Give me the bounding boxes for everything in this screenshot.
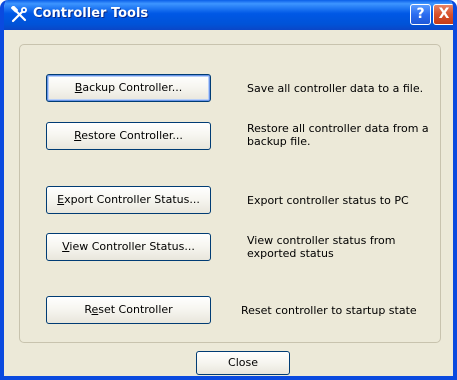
close-button[interactable]: Close <box>196 351 290 375</box>
reset-label: set Controller <box>98 303 173 316</box>
export-controller-status-button[interactable]: Export Controller Status... <box>46 186 211 214</box>
reset-controller-button[interactable]: Reset Controller <box>46 296 211 324</box>
restore-controller-button[interactable]: Restore Controller... <box>46 122 211 150</box>
window-title: Controller Tools <box>33 6 149 21</box>
view-description: View controller status from exported sta… <box>247 234 396 260</box>
backup-description: Save all controller data to a file. <box>247 82 424 95</box>
tools-icon <box>11 6 27 23</box>
view-label: iew Controller Status... <box>69 240 195 253</box>
export-label: xport Controller Status... <box>64 193 200 206</box>
window-close-button[interactable]: X <box>433 4 453 25</box>
backup-controller-button[interactable]: Backup Controller... <box>46 74 211 102</box>
restore-label: estore Controller... <box>81 129 183 142</box>
title-bar[interactable]: Controller Tools ? X <box>4 0 453 30</box>
export-description: Export controller status to PC <box>247 194 409 207</box>
backup-label: ackup Controller... <box>82 81 183 94</box>
controller-tools-dialog: Controller Tools ? X Backup Controller..… <box>0 0 457 380</box>
reset-description: Reset controller to startup state <box>241 304 417 317</box>
restore-description: Restore all controller data from a backu… <box>247 122 429 148</box>
view-controller-status-button[interactable]: View Controller Status... <box>46 233 211 261</box>
help-button[interactable]: ? <box>410 4 431 25</box>
